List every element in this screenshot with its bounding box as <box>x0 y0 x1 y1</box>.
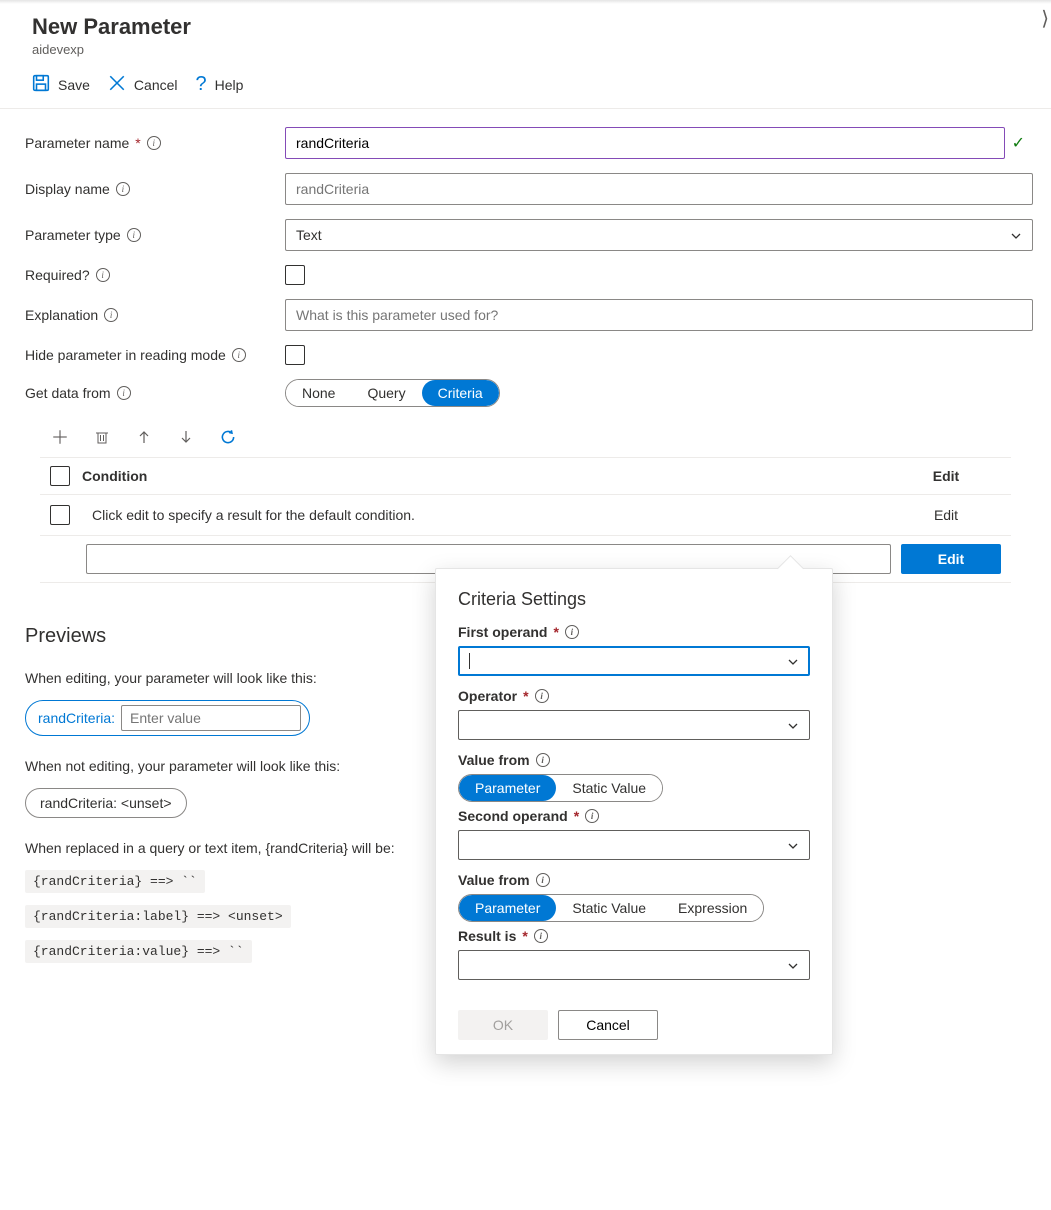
help-button[interactable]: ? Help <box>196 73 244 96</box>
cancel-label: Cancel <box>134 77 178 93</box>
preview-static-pill: randCriteria: <unset> <box>25 788 187 818</box>
value-from-label-1: Value from <box>458 752 530 768</box>
preview-input[interactable] <box>121 705 301 731</box>
required-asterisk: * <box>553 624 558 640</box>
page-title: New Parameter <box>32 14 1019 40</box>
edit-button[interactable]: Edit <box>901 544 1001 574</box>
operator-select[interactable] <box>458 710 810 740</box>
second-operand-label: Second operand <box>458 808 568 824</box>
get-data-query[interactable]: Query <box>351 380 421 406</box>
condition-header: Condition <box>82 468 147 484</box>
edit-header: Edit <box>891 468 1001 484</box>
hide-label: Hide parameter in reading mode <box>25 347 226 363</box>
value-from-group-2: Parameter Static Value Expression <box>458 894 764 922</box>
info-icon[interactable]: i <box>536 873 550 887</box>
result-is-label: Result is <box>458 928 516 944</box>
info-icon[interactable]: i <box>585 809 599 823</box>
popup-title: Criteria Settings <box>458 589 810 610</box>
required-asterisk: * <box>523 688 528 704</box>
chevron-down-icon <box>1010 229 1022 241</box>
check-icon: ✓ <box>1012 133 1025 153</box>
operator-label: Operator <box>458 688 517 704</box>
preview-pill-label: randCriteria: <box>38 710 115 726</box>
explanation-input[interactable] <box>285 299 1033 331</box>
vf1-parameter[interactable]: Parameter <box>459 775 556 801</box>
help-icon: ? <box>196 73 207 96</box>
code-line-3: {randCriteria:value} ==> `` <box>25 940 252 963</box>
info-icon[interactable]: i <box>232 348 246 362</box>
edit-link[interactable]: Edit <box>891 507 1001 523</box>
get-data-group: None Query Criteria <box>285 379 500 407</box>
info-icon[interactable]: i <box>96 268 110 282</box>
code-line-1: {randCriteria} ==> `` <box>25 870 205 893</box>
required-asterisk: * <box>574 808 579 824</box>
add-icon[interactable] <box>50 427 70 447</box>
info-icon[interactable]: i <box>147 136 161 150</box>
second-operand-select[interactable] <box>458 830 810 860</box>
info-icon[interactable]: i <box>127 228 141 242</box>
row-checkbox[interactable] <box>50 505 70 525</box>
select-all-checkbox[interactable] <box>50 466 70 486</box>
toolbar: Save Cancel ? Help <box>0 63 1051 109</box>
conditions-toolbar <box>40 421 1011 457</box>
display-name-input[interactable] <box>285 173 1033 205</box>
param-name-input[interactable] <box>285 127 1005 159</box>
value-from-group-1: Parameter Static Value <box>458 774 663 802</box>
param-type-select[interactable]: Text <box>285 219 1033 251</box>
required-asterisk: * <box>522 928 527 944</box>
value-from-label-2: Value from <box>458 872 530 888</box>
vf1-static[interactable]: Static Value <box>556 775 662 801</box>
vf2-parameter[interactable]: Parameter <box>459 895 556 921</box>
chevron-down-icon <box>787 839 799 851</box>
get-data-none[interactable]: None <box>286 380 351 406</box>
default-condition-text: Click edit to specify a result for the d… <box>92 507 415 523</box>
chevron-down-icon <box>787 719 799 731</box>
display-name-label: Display name <box>25 181 110 197</box>
refresh-icon[interactable] <box>218 427 238 447</box>
required-asterisk: * <box>135 135 140 151</box>
get-data-label: Get data from <box>25 385 111 401</box>
param-type-value: Text <box>296 227 322 243</box>
required-checkbox[interactable] <box>285 265 305 285</box>
first-operand-select[interactable] <box>458 646 810 676</box>
required-label: Required? <box>25 267 90 283</box>
move-down-icon[interactable] <box>176 427 196 447</box>
first-operand-label: First operand <box>458 624 547 640</box>
preview-editing-pill: randCriteria: <box>25 700 310 736</box>
delete-icon[interactable] <box>92 427 112 447</box>
chevron-down-icon <box>787 655 799 667</box>
cancel-button[interactable]: Cancel <box>108 74 178 95</box>
hide-checkbox[interactable] <box>285 345 305 365</box>
info-icon[interactable]: i <box>117 386 131 400</box>
info-icon[interactable]: i <box>565 625 579 639</box>
info-icon[interactable]: i <box>535 689 549 703</box>
page-subtitle: aidevexp <box>32 42 1019 57</box>
save-button[interactable]: Save <box>32 74 90 95</box>
code-line-2: {randCriteria:label} ==> <unset> <box>25 905 291 928</box>
cancel-icon <box>108 74 126 95</box>
close-icon[interactable]: ⟩ <box>1041 6 1049 31</box>
cancel-popup-button[interactable]: Cancel <box>558 1010 658 1040</box>
result-is-select[interactable] <box>458 950 810 980</box>
vf2-static[interactable]: Static Value <box>556 895 662 921</box>
criteria-settings-popup: Criteria Settings First operand * i Oper… <box>435 568 833 1055</box>
explanation-label: Explanation <box>25 307 98 323</box>
save-label: Save <box>58 77 90 93</box>
move-up-icon[interactable] <box>134 427 154 447</box>
save-icon <box>32 74 50 95</box>
vf2-expression[interactable]: Expression <box>662 895 763 921</box>
info-icon[interactable]: i <box>534 929 548 943</box>
param-type-label: Parameter type <box>25 227 121 243</box>
info-icon[interactable]: i <box>536 753 550 767</box>
info-icon[interactable]: i <box>116 182 130 196</box>
help-label: Help <box>215 77 244 93</box>
ok-button[interactable]: OK <box>458 1010 548 1040</box>
info-icon[interactable]: i <box>104 308 118 322</box>
param-name-label: Parameter name <box>25 135 129 151</box>
chevron-down-icon <box>787 959 799 971</box>
text-cursor <box>469 653 470 669</box>
get-data-criteria[interactable]: Criteria <box>422 380 499 406</box>
